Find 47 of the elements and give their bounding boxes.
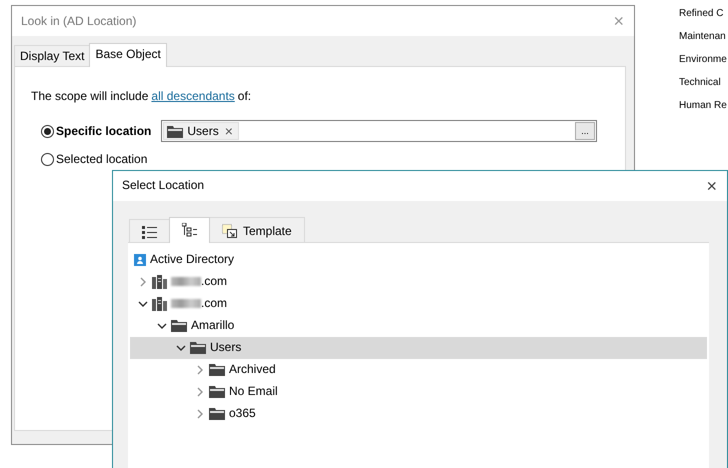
scope-text: The scope will include (31, 88, 148, 105)
tab[interactable] (129, 218, 170, 242)
tree-item[interactable]: Users (130, 336, 707, 359)
tree-view-icon (182, 222, 197, 237)
list-item: Maintenan (679, 30, 727, 44)
list-item: Environme (679, 53, 727, 67)
scope-text: of: (238, 88, 252, 105)
list-item: Human Re (679, 99, 727, 113)
tab[interactable]: Base Object (89, 43, 167, 67)
radio-button[interactable] (41, 152, 54, 166)
folder-icon (209, 363, 225, 376)
remove-button[interactable]: × (222, 124, 235, 138)
radio-label[interactable]: Selected location (56, 150, 148, 168)
folder-icon (190, 341, 206, 354)
token-label: Users (187, 123, 219, 140)
chevron-icon[interactable] (157, 320, 167, 331)
window-title: Select Location (122, 178, 204, 194)
list-item: Technical (679, 76, 722, 90)
tree-item[interactable]: .com (130, 292, 707, 315)
list-item: Refined C (679, 7, 724, 21)
browse-button[interactable]: ... (575, 122, 595, 140)
tree-item[interactable]: Amarillo (130, 314, 707, 337)
folder-icon (209, 407, 225, 420)
server-icon (152, 296, 167, 311)
server-icon (152, 274, 167, 289)
radio-label[interactable]: Specific location (56, 122, 152, 140)
location-field[interactable]: Users × ... (161, 120, 597, 142)
tree-item[interactable]: Active Directory (130, 248, 707, 271)
template-icon (222, 224, 237, 238)
chevron-icon[interactable] (138, 298, 148, 309)
tree-item[interactable]: Archived (130, 358, 707, 381)
radio-button[interactable] (41, 124, 54, 138)
tree-item[interactable]: o365 (130, 402, 707, 425)
tab[interactable]: Template (209, 216, 305, 242)
folder-icon (167, 124, 184, 138)
folder-icon (209, 385, 225, 398)
list-view-icon (142, 224, 157, 239)
close-button[interactable]: × (704, 176, 719, 195)
scope-link[interactable]: all descendants (151, 87, 235, 105)
tab[interactable]: Display Text (14, 45, 90, 66)
tree-item[interactable]: No Email (130, 380, 707, 403)
tree-item[interactable]: .com (130, 270, 707, 293)
directory-icon (134, 254, 146, 266)
folder-icon (171, 319, 187, 332)
chevron-icon[interactable] (176, 342, 186, 353)
window-title: Look in (AD Location) (21, 14, 136, 28)
tab[interactable] (169, 216, 210, 243)
